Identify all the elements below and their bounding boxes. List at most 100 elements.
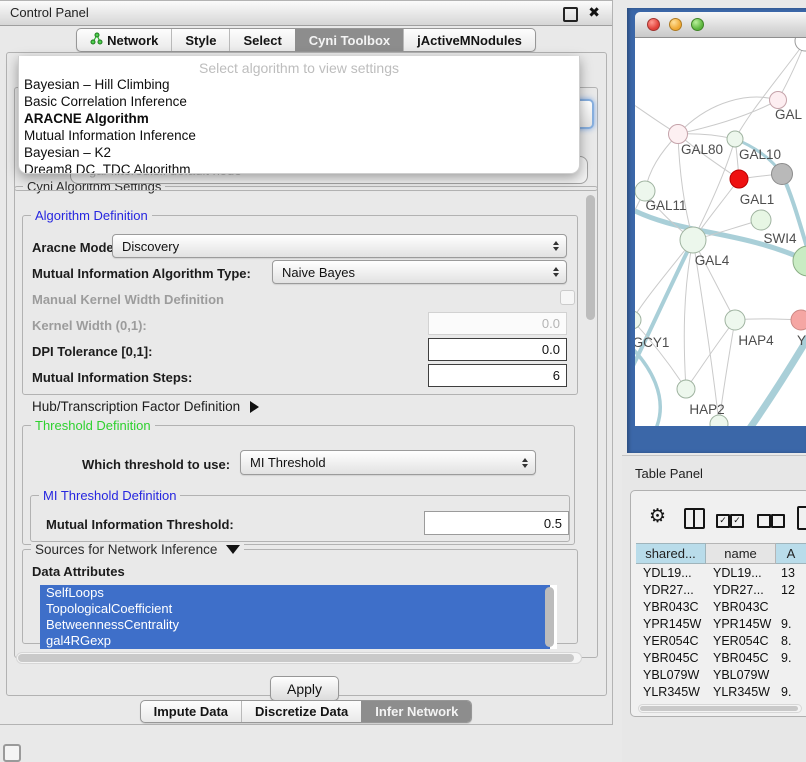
settings-hscroll-thumb[interactable] [18, 654, 574, 662]
network-canvas[interactable]: GALGAL80GAL10GAL1GAL11SWI4GAL4GCY1HAP4YH… [635, 38, 806, 426]
table-panel-title: Table Panel [635, 466, 703, 481]
network-edge[interactable] [686, 320, 735, 389]
table-row[interactable]: YER054CYER054C8. [636, 632, 806, 649]
collapsed-panel-icon[interactable] [3, 744, 21, 762]
mi-steps-field[interactable] [428, 364, 567, 387]
network-node-y-partial[interactable] [791, 310, 806, 330]
settings-horizontal-scrollbar[interactable] [16, 652, 582, 664]
algorithm-option-aracne-algorithm[interactable]: ARACNE Algorithm [19, 110, 579, 127]
unselect-columns-icon[interactable] [757, 514, 771, 528]
sources-group-title[interactable]: Sources for Network Inference [31, 542, 244, 557]
network-edge[interactable] [635, 320, 686, 389]
tab-select[interactable]: Select [229, 29, 294, 51]
network-view-window[interactable]: GALGAL80GAL10GAL1GAL11SWI4GAL4GCY1HAP4YH… [627, 8, 806, 453]
table-cell: YDL19... [706, 566, 776, 580]
table-cell: YDL19... [636, 566, 706, 580]
table-hscroll-thumb[interactable] [640, 706, 798, 711]
column-header-a[interactable]: A [776, 543, 806, 564]
algorithm-option-bayesian-k2[interactable]: Bayesian – K2 [19, 144, 579, 161]
select-checked-columns-icon[interactable]: ✓ [730, 514, 744, 528]
network-edge[interactable] [635, 343, 660, 426]
unselect-columns-icon[interactable] [771, 514, 785, 528]
table-row[interactable]: YDR27...YDR27...12 [636, 581, 806, 598]
network-node-hap2[interactable] [677, 380, 695, 398]
column-header-name[interactable]: name [706, 543, 776, 564]
mi-threshold-field[interactable] [424, 511, 569, 535]
apply-button[interactable]: Apply [270, 676, 339, 701]
tab-jactivemnodules[interactable]: jActiveMNodules [403, 29, 535, 51]
table-cell: YBL079W [706, 668, 776, 682]
settings-gear-icon[interactable]: ⚙ [649, 505, 666, 528]
tab-impute-data[interactable]: Impute Data [141, 701, 241, 722]
control-panel-title: Control Panel [10, 5, 89, 20]
network-node-unnamed-gray[interactable] [772, 164, 793, 185]
minimize-traffic-light[interactable] [669, 18, 682, 31]
network-node-label-gal10: GAL10 [739, 147, 781, 162]
zoom-traffic-light[interactable] [691, 18, 704, 31]
network-node-gal10[interactable] [727, 131, 743, 147]
table-cell: YER054C [636, 634, 706, 648]
aracne-mode-combo[interactable]: Discovery [112, 234, 567, 258]
data-attribute-option-gal4rgexp[interactable]: gal4RGexp [40, 633, 550, 649]
network-node-swi4[interactable] [751, 210, 771, 230]
network-window-titlebar[interactable] [635, 12, 806, 38]
data-attribute-option-betweennesscentrality[interactable]: BetweennessCentrality [40, 617, 550, 633]
close-icon[interactable]: ✖ [588, 4, 600, 21]
settings-vertical-scrollbar[interactable] [586, 195, 595, 320]
tab-style[interactable]: Style [171, 29, 229, 51]
network-graph[interactable]: GALGAL80GAL10GAL1GAL11SWI4GAL4GCY1HAP4YH… [635, 38, 806, 426]
which-threshold-combo[interactable]: MI Threshold [240, 450, 536, 475]
tab-discretize-data[interactable]: Discretize Data [241, 701, 361, 722]
float-window-icon[interactable] [563, 7, 578, 22]
network-node-gal4[interactable] [680, 227, 706, 253]
data-attribute-option-selfloops[interactable]: SelfLoops [40, 585, 550, 601]
network-edge[interactable] [678, 97, 778, 134]
network-node-unnamed-top[interactable] [795, 38, 806, 51]
data-attribute-option-topologicalcoefficient[interactable]: TopologicalCoefficient [40, 601, 550, 617]
tab-label: Network [107, 33, 158, 48]
algorithm-option-dream8-dc-tdc-algorithm[interactable]: Dream8 DC_TDC Algorithm [19, 161, 579, 174]
network-node-gal-partial[interactable] [770, 92, 787, 109]
network-node-label-gal80: GAL80 [681, 142, 723, 157]
algorithm-option-bayesian-hill-climbing[interactable]: Bayesian – Hill Climbing [19, 76, 579, 93]
table-row[interactable]: YBL079WYBL079W [636, 667, 806, 684]
table-cell: YBR043C [636, 600, 706, 614]
network-node-gal80[interactable] [669, 125, 688, 144]
close-traffic-light[interactable] [647, 18, 660, 31]
table-cell: 13 [776, 566, 806, 580]
network-edge[interactable] [684, 240, 693, 389]
select-checked-columns-icon[interactable]: ✓ [716, 514, 730, 528]
network-node-gcy1[interactable] [635, 311, 641, 329]
tab-cyni-toolbox[interactable]: Cyni Toolbox [295, 29, 403, 51]
table-cell: YDR27... [706, 583, 776, 597]
network-node-hap4[interactable] [725, 310, 745, 330]
split-columns-icon[interactable] [684, 508, 705, 529]
tab-label: Impute Data [154, 704, 228, 719]
hub-definition-expander[interactable]: Hub/Transcription Factor Definition [32, 399, 259, 414]
network-edge[interactable] [778, 42, 805, 100]
create-column-icon[interactable] [797, 506, 806, 530]
algorithm-option-basic-correlation-inference[interactable]: Basic Correlation Inference [19, 93, 579, 110]
table-row[interactable]: YDL19...YDL19...13 [636, 564, 806, 581]
table-row[interactable]: YPR145WYPR145W9. [636, 615, 806, 632]
manual-kernel-checkbox[interactable] [560, 290, 575, 305]
kernel-width-field[interactable] [428, 312, 567, 335]
dpi-tolerance-field[interactable] [428, 338, 567, 361]
mi-type-combo[interactable]: Naive Bayes [272, 260, 567, 284]
table-row[interactable]: YLR345WYLR345W9. [636, 684, 806, 701]
table-row[interactable]: YBR043CYBR043C [636, 598, 806, 615]
network-node-gal1[interactable] [730, 170, 748, 188]
column-header-shared[interactable]: shared... [636, 543, 706, 564]
tab-infer-network[interactable]: Infer Network [361, 701, 471, 722]
table-row[interactable]: YBR045CYBR045C9. [636, 649, 806, 666]
network-node-label-gal4: GAL4 [695, 253, 730, 268]
network-edge[interactable] [735, 42, 805, 139]
network-edge[interactable] [678, 100, 778, 134]
tab-label: Infer Network [375, 704, 458, 719]
tab-network[interactable]: Network [77, 29, 171, 51]
network-node-unnamed-biggreen[interactable] [793, 246, 806, 276]
algorithm-option-mutual-information-inference[interactable]: Mutual Information Inference [19, 127, 579, 144]
table-horizontal-scrollbar[interactable] [638, 704, 802, 713]
attributes-list-scrollbar[interactable] [545, 587, 554, 647]
network-edge[interactable] [635, 240, 693, 320]
